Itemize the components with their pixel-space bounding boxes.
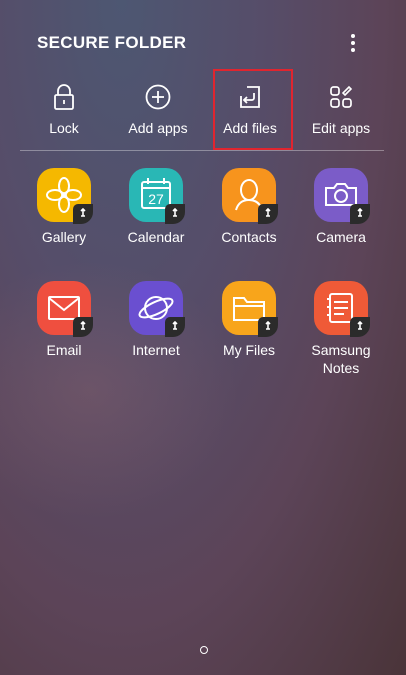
divider bbox=[20, 150, 384, 151]
app-label: Calendar bbox=[127, 229, 185, 245]
secure-badge-icon bbox=[258, 317, 278, 337]
app-label: Camera bbox=[316, 229, 366, 245]
lock-button[interactable]: Lock bbox=[18, 78, 110, 146]
secure-badge-icon bbox=[73, 204, 93, 224]
app-label: My Files bbox=[222, 342, 276, 358]
app-samsung-notes[interactable]: Samsung Notes bbox=[295, 281, 387, 377]
app-camera[interactable]: Camera bbox=[295, 168, 387, 246]
app-gallery[interactable]: Gallery bbox=[18, 168, 110, 246]
app-label: Email bbox=[46, 342, 82, 358]
plus-circle-icon bbox=[145, 84, 171, 110]
app-label-line2: Notes bbox=[322, 360, 360, 376]
action-bar: Lock Add apps Add files Edit apps bbox=[0, 78, 406, 146]
home-dot-icon bbox=[200, 646, 208, 654]
edit-apps-button[interactable]: Edit apps bbox=[295, 78, 387, 146]
secure-badge-icon bbox=[350, 204, 370, 224]
add-files-highlight bbox=[213, 69, 293, 150]
app-label: Samsung Notes bbox=[295, 341, 387, 377]
secure-badge-icon bbox=[165, 317, 185, 337]
app-my-files[interactable]: My Files bbox=[203, 281, 295, 359]
add-apps-label: Add apps bbox=[128, 120, 188, 136]
app-internet[interactable]: Internet bbox=[110, 281, 202, 359]
header: SECURE FOLDER bbox=[0, 0, 406, 84]
app-label: Gallery bbox=[41, 229, 87, 245]
lock-icon bbox=[54, 84, 74, 110]
secure-badge-icon bbox=[350, 317, 370, 337]
secure-badge-icon bbox=[258, 204, 278, 224]
edit-apps-label: Edit apps bbox=[311, 120, 371, 136]
secure-badge-icon bbox=[165, 204, 185, 224]
more-vertical-icon[interactable] bbox=[340, 30, 366, 56]
app-calendar[interactable]: 27 Calendar bbox=[110, 168, 202, 246]
calendar-date: 27 bbox=[148, 191, 164, 207]
page-title: SECURE FOLDER bbox=[37, 33, 187, 52]
app-contacts[interactable]: Contacts bbox=[203, 168, 295, 246]
secure-badge-icon bbox=[73, 317, 93, 337]
add-apps-button[interactable]: Add apps bbox=[112, 78, 204, 146]
app-label: Contacts bbox=[221, 229, 277, 245]
app-email[interactable]: Email bbox=[18, 281, 110, 359]
app-label-line1: Samsung bbox=[311, 342, 371, 358]
app-label: Internet bbox=[132, 342, 180, 358]
lock-label: Lock bbox=[49, 120, 79, 136]
edit-apps-icon bbox=[330, 85, 353, 108]
